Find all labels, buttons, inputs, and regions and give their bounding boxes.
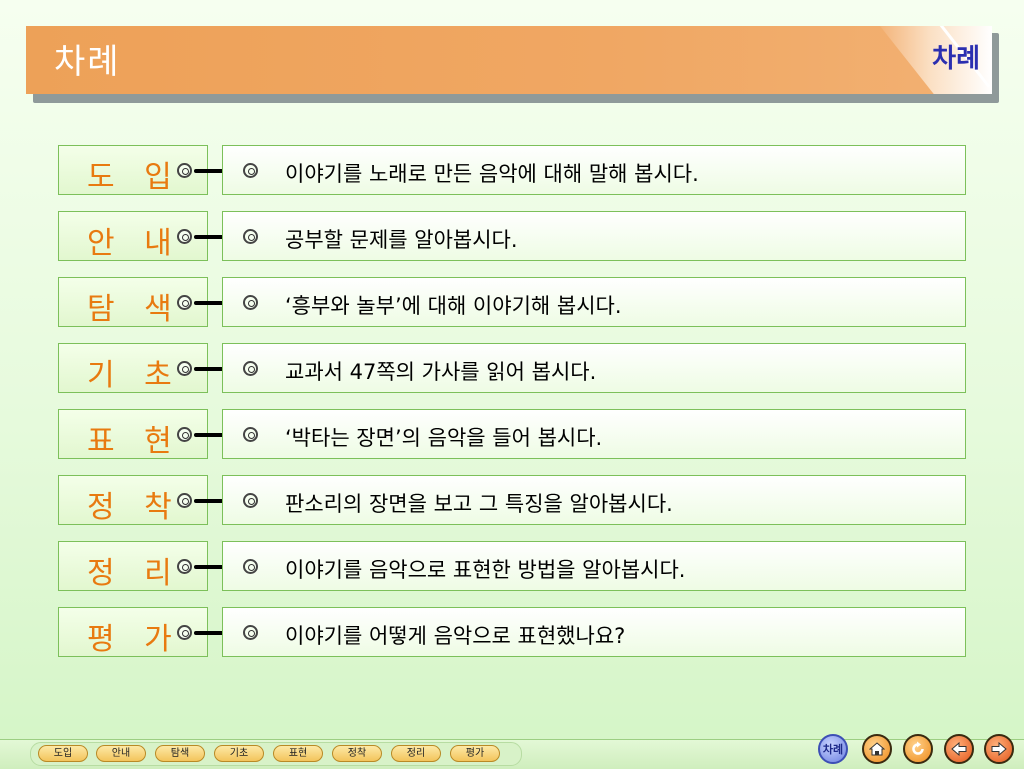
nav-button-explore[interactable]: 탐색 bbox=[155, 745, 205, 762]
section-description-box[interactable]: ‘흥부와 놀부’에 대해 이야기해 봅시다. bbox=[222, 277, 966, 327]
home-icon bbox=[869, 742, 885, 756]
section-description: 이야기를 어떻게 음악으로 표현했나요? bbox=[285, 624, 626, 648]
right-knob-icon bbox=[243, 493, 258, 508]
left-knob-icon bbox=[177, 493, 192, 508]
left-knob-icon bbox=[177, 163, 192, 178]
menu-row-expression[interactable]: 표 현 ‘박타는 장면’의 음악을 들어 봅시다. bbox=[58, 409, 966, 461]
section-description-box[interactable]: 교과서 47쪽의 가사를 읽어 봅시다. bbox=[222, 343, 966, 393]
page-title: 차례 bbox=[54, 42, 121, 82]
section-description: 공부할 문제를 알아봅시다. bbox=[285, 228, 518, 252]
section-description-box[interactable]: 이야기를 음악으로 표현한 방법을 알아봅시다. bbox=[222, 541, 966, 591]
section-description-box[interactable]: ‘박타는 장면’의 음악을 들어 봅시다. bbox=[222, 409, 966, 459]
section-description: 판소리의 장면을 보고 그 특징을 알아봅시다. bbox=[285, 492, 673, 516]
menu-row-summary[interactable]: 정 리 이야기를 음악으로 표현한 방법을 알아봅시다. bbox=[58, 541, 966, 593]
section-description-box[interactable]: 이야기를 어떻게 음악으로 표현했나요? bbox=[222, 607, 966, 657]
menu-row-settle[interactable]: 정 착 판소리의 장면을 보고 그 특징을 알아봅시다. bbox=[58, 475, 966, 527]
nav-button-evaluation[interactable]: 평가 bbox=[450, 745, 500, 762]
nav-button-guide[interactable]: 안내 bbox=[96, 745, 146, 762]
next-button[interactable] bbox=[984, 734, 1014, 764]
reload-button[interactable] bbox=[903, 734, 933, 764]
section-label-box[interactable]: 안 내 bbox=[58, 211, 208, 261]
prev-button[interactable] bbox=[944, 734, 974, 764]
right-knob-icon bbox=[243, 163, 258, 178]
menu-row-intro[interactable]: 도 입 이야기를 노래로 만든 음악에 대해 말해 봅시다. bbox=[58, 145, 966, 197]
section-description-box[interactable]: 판소리의 장면을 보고 그 특징을 알아봅시다. bbox=[222, 475, 966, 525]
section-label: 정 착 bbox=[87, 490, 182, 525]
header-banner: 차례 차례 bbox=[26, 26, 992, 94]
section-label: 평 가 bbox=[87, 622, 182, 657]
nav-button-summary[interactable]: 정리 bbox=[391, 745, 441, 762]
right-knob-icon bbox=[243, 361, 258, 376]
nav-button-intro[interactable]: 도입 bbox=[38, 745, 88, 762]
section-description-box[interactable]: 공부할 문제를 알아봅시다. bbox=[222, 211, 966, 261]
left-knob-icon bbox=[177, 229, 192, 244]
right-knob-icon bbox=[243, 559, 258, 574]
section-label-box[interactable]: 표 현 bbox=[58, 409, 208, 459]
section-description: ‘흥부와 놀부’에 대해 이야기해 봅시다. bbox=[285, 294, 622, 318]
menu-row-evaluation[interactable]: 평 가 이야기를 어떻게 음악으로 표현했나요? bbox=[58, 607, 966, 659]
section-label: 정 리 bbox=[87, 556, 182, 591]
toc-corner-label: 차례 bbox=[932, 44, 980, 74]
toc-button-label: 차례 bbox=[822, 743, 844, 756]
section-description: ‘박타는 장면’의 음악을 들어 봅시다. bbox=[285, 426, 603, 450]
left-knob-icon bbox=[177, 295, 192, 310]
section-label-box[interactable]: 도 입 bbox=[58, 145, 208, 195]
toc-button[interactable]: 차례 bbox=[818, 734, 848, 764]
right-knob-icon bbox=[243, 295, 258, 310]
section-description: 이야기를 음악으로 표현한 방법을 알아봅시다. bbox=[285, 558, 686, 582]
prev-arrow-icon bbox=[951, 742, 967, 756]
section-label-box[interactable]: 정 리 bbox=[58, 541, 208, 591]
section-label-box[interactable]: 기 초 bbox=[58, 343, 208, 393]
left-knob-icon bbox=[177, 361, 192, 376]
left-knob-icon bbox=[177, 625, 192, 640]
section-label-box[interactable]: 정 착 bbox=[58, 475, 208, 525]
right-knob-icon bbox=[243, 229, 258, 244]
right-knob-icon bbox=[243, 625, 258, 640]
section-label: 탐 색 bbox=[87, 292, 182, 327]
left-knob-icon bbox=[177, 427, 192, 442]
next-arrow-icon bbox=[991, 742, 1007, 756]
section-label-box[interactable]: 탐 색 bbox=[58, 277, 208, 327]
section-label-box[interactable]: 평 가 bbox=[58, 607, 208, 657]
section-description: 교과서 47쪽의 가사를 읽어 봅시다. bbox=[285, 360, 597, 384]
left-knob-icon bbox=[177, 559, 192, 574]
section-label: 도 입 bbox=[87, 160, 182, 195]
home-button[interactable] bbox=[862, 734, 892, 764]
right-knob-icon bbox=[243, 427, 258, 442]
menu-row-guide[interactable]: 안 내 공부할 문제를 알아봅시다. bbox=[58, 211, 966, 263]
section-description-box[interactable]: 이야기를 노래로 만든 음악에 대해 말해 봅시다. bbox=[222, 145, 966, 195]
menu-row-explore[interactable]: 탐 색 ‘흥부와 놀부’에 대해 이야기해 봅시다. bbox=[58, 277, 966, 329]
nav-button-settle[interactable]: 정착 bbox=[332, 745, 382, 762]
menu-row-basics[interactable]: 기 초 교과서 47쪽의 가사를 읽어 봅시다. bbox=[58, 343, 966, 395]
section-label: 안 내 bbox=[87, 226, 182, 261]
nav-button-expression[interactable]: 표현 bbox=[273, 745, 323, 762]
nav-button-basics[interactable]: 기초 bbox=[214, 745, 264, 762]
section-description: 이야기를 노래로 만든 음악에 대해 말해 봅시다. bbox=[285, 162, 699, 186]
section-label: 기 초 bbox=[87, 358, 182, 393]
reload-icon bbox=[912, 741, 924, 755]
section-label: 표 현 bbox=[87, 424, 182, 459]
